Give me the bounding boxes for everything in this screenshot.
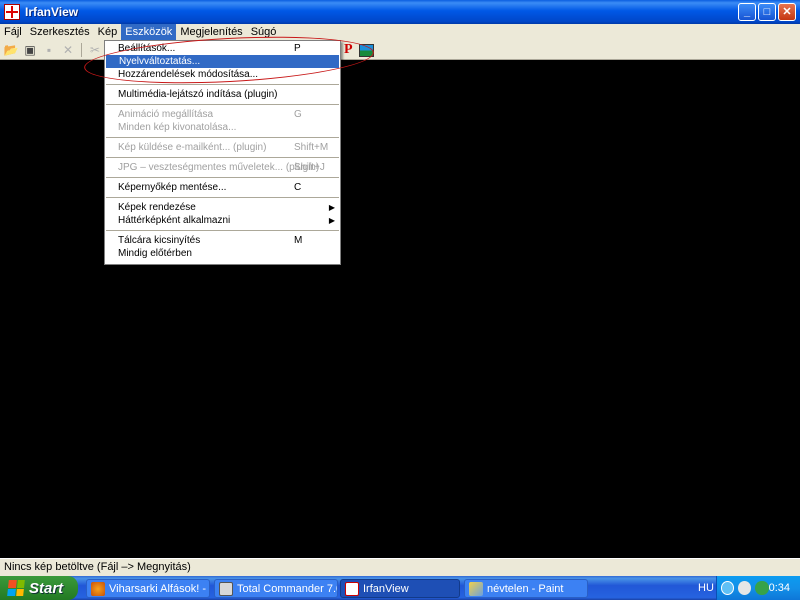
irfanview-app-icon[interactable]	[4, 4, 20, 20]
slideshow-icon[interactable]: ▣	[22, 42, 38, 58]
taskbar-item-firefox[interactable]: Viharsarki Alfások! - F...	[86, 579, 210, 598]
menu-separator	[106, 104, 339, 105]
maximize-button[interactable]: □	[758, 3, 776, 21]
taskbar-item-label: Total Commander 7.0...	[237, 582, 337, 595]
minimize-button[interactable]: _	[738, 3, 756, 21]
status-text: Nincs kép betöltve (Fájl –> Megnyitás)	[4, 561, 191, 573]
paint-icon	[469, 581, 483, 596]
menu-separator	[106, 137, 339, 138]
menu-item-start-multimedia-player[interactable]: Multimédia-lejátszó indítása (plugin)	[105, 88, 340, 101]
delete-icon[interactable]: ✕	[60, 42, 76, 58]
menu-separator	[106, 230, 339, 231]
network-icon[interactable]	[721, 581, 735, 595]
menu-bar: Fájl Szerkesztés Kép Eszközök Megjelenít…	[0, 24, 800, 40]
submenu-arrow-icon: ▶	[328, 216, 335, 225]
menu-tools[interactable]: Eszközök	[121, 24, 177, 40]
menu-item-set-wallpaper[interactable]: Háttérképként alkalmazni ▶	[105, 214, 340, 227]
menu-separator	[106, 157, 339, 158]
taskbar-item-paint[interactable]: névtelen - Paint	[464, 579, 588, 598]
menu-separator	[106, 197, 339, 198]
taskbar-item-irfanview[interactable]: IrfanView	[340, 579, 460, 598]
menu-item-always-on-top[interactable]: Mindig előtérben	[105, 247, 340, 260]
menu-separator	[106, 177, 339, 178]
system-tray: 0:34	[716, 576, 800, 600]
shortcut: Shift+J	[294, 162, 325, 173]
firefox-icon	[91, 581, 105, 596]
close-button[interactable]: ✕	[778, 3, 796, 21]
menu-item-jpg-lossless[interactable]: JPG – veszteségmentes műveletek... (plug…	[105, 161, 340, 174]
save-icon[interactable]: ▪	[41, 42, 57, 58]
menu-item-stop-animation[interactable]: Animáció megállítása G	[105, 108, 340, 121]
clock[interactable]: 0:34	[769, 582, 790, 594]
taskbar-item-total-commander[interactable]: Total Commander 7.0...	[214, 579, 338, 598]
menu-item-save-screenshot[interactable]: Képernyőkép mentése... C	[105, 181, 340, 194]
shortcut: C	[294, 182, 302, 193]
menu-edit[interactable]: Szerkesztés	[26, 24, 94, 40]
window-title: IrfanView	[25, 5, 79, 19]
status-bar: Nincs kép betöltve (Fájl –> Megnyitás)	[0, 558, 800, 576]
toolbar-separator	[81, 42, 82, 57]
menu-item-extract-all-frames[interactable]: Minden kép kivonatolása...	[105, 121, 340, 134]
shortcut: Shift+M	[294, 142, 329, 153]
shortcut: M	[294, 235, 303, 246]
open-folder-icon[interactable]: 📂	[3, 42, 19, 58]
irfanview-window: IrfanView _ □ ✕ Fájl Szerkesztés Kép Esz…	[0, 0, 800, 600]
taskbar: Start Viharsarki Alfások! - F... Total C…	[0, 576, 800, 600]
menu-separator	[106, 84, 339, 85]
shortcut: G	[294, 109, 302, 120]
taskbar-item-label: névtelen - Paint	[487, 582, 564, 595]
start-label: Start	[29, 579, 64, 597]
menu-image[interactable]: Kép	[94, 24, 122, 40]
menu-file[interactable]: Fájl	[0, 24, 26, 40]
language-indicator[interactable]: HU	[698, 582, 714, 594]
menu-item-send-by-email[interactable]: Kép küldése e-mailként... (plugin) Shift…	[105, 141, 340, 154]
taskbar-item-label: Viharsarki Alfások! - F...	[109, 582, 209, 595]
security-icon[interactable]	[755, 581, 769, 595]
volume-icon[interactable]	[738, 581, 752, 595]
menu-item-minimize-to-tray[interactable]: Tálcára kicsinyítés M	[105, 234, 340, 247]
taskbar-item-label: IrfanView	[363, 582, 409, 595]
menu-item-sort-images[interactable]: Képek rendezése ▶	[105, 201, 340, 214]
title-bar[interactable]: IrfanView _ □ ✕	[0, 0, 800, 24]
windows-flag-icon	[7, 580, 25, 596]
irfanview-icon	[345, 581, 359, 596]
submenu-arrow-icon: ▶	[328, 203, 335, 212]
start-button[interactable]: Start	[0, 576, 78, 600]
window-controls: _ □ ✕	[738, 3, 796, 21]
total-commander-icon	[219, 581, 233, 596]
